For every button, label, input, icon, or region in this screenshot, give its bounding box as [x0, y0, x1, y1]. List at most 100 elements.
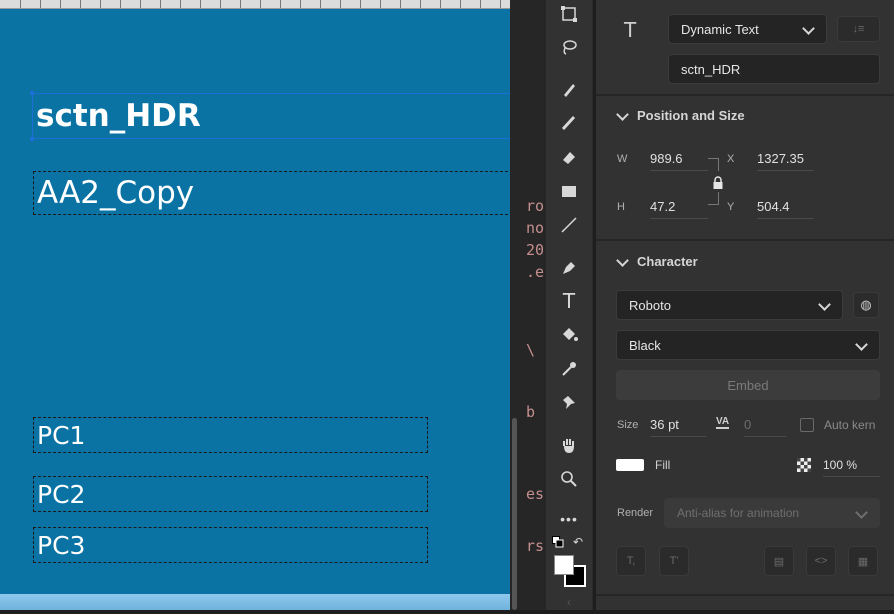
offstage-text-line: .e	[526, 263, 545, 281]
text-type-value: Dynamic Text	[681, 21, 759, 37]
free-transform-icon[interactable]	[557, 2, 581, 26]
render-value: Anti-alias for animation	[677, 506, 800, 520]
height-label: H	[617, 201, 625, 213]
font-family-dropdown[interactable]: Roboto	[616, 290, 843, 320]
divider	[596, 239, 894, 241]
brush-icon[interactable]	[557, 111, 581, 135]
fill-swatch[interactable]	[554, 555, 574, 575]
size-label: Size	[617, 419, 639, 431]
chevron-down-icon	[802, 22, 815, 35]
x-label: X	[727, 153, 735, 165]
selectable-icon: ▦	[857, 555, 869, 568]
superscript-icon: T'	[669, 555, 679, 567]
offstage-text-line: 20	[526, 241, 545, 259]
line-icon[interactable]	[557, 213, 581, 237]
alpha-field[interactable]: 100 %	[823, 458, 880, 477]
render-html-button[interactable]: <>	[806, 546, 836, 576]
lasso-icon[interactable]	[557, 35, 581, 59]
more-tools-icon[interactable]: •••	[557, 507, 581, 531]
character-header[interactable]: Character	[637, 254, 698, 269]
text-orientation-button[interactable]: ↓≡	[837, 16, 880, 42]
offstage-text-line: \	[526, 341, 536, 359]
collapse-chevron-icon[interactable]: ‹	[557, 590, 581, 614]
pc3-text: PC3	[37, 531, 86, 560]
horizontal-ruler	[0, 0, 510, 9]
text-border-icon: ▤	[773, 555, 785, 568]
text-type-icon: T	[624, 18, 637, 42]
render-label: Render	[617, 507, 654, 519]
paint-bucket-icon[interactable]	[557, 323, 581, 347]
paint-brush-icon[interactable]	[557, 78, 581, 102]
zoom-icon[interactable]	[557, 467, 581, 491]
height-field[interactable]: 47.2	[650, 199, 708, 219]
hand-icon[interactable]	[557, 433, 581, 457]
divider	[596, 94, 894, 96]
font-size-field[interactable]: 36 pt	[650, 417, 706, 437]
y-label: Y	[727, 201, 735, 213]
instance-name-input[interactable]: sctn_HDR	[668, 54, 880, 84]
subscript-button[interactable]: T,	[616, 546, 646, 576]
pen-icon[interactable]	[557, 256, 581, 280]
pc2-text-field[interactable]: PC2	[33, 476, 428, 512]
auto-kern-label: Auto kern	[824, 418, 876, 432]
font-family-value: Roboto	[629, 297, 671, 313]
vertical-scrollbar[interactable]	[512, 418, 517, 610]
tools-panel: T ••• ↶ ‹	[546, 0, 593, 610]
embed-label: Embed	[727, 377, 769, 393]
lock-icon[interactable]	[712, 176, 724, 193]
position-size-header[interactable]: Position and Size	[637, 108, 745, 123]
default-colors-icon[interactable]	[551, 535, 565, 549]
chevron-down-icon	[818, 298, 831, 311]
font-style-value: Black	[629, 337, 661, 353]
fill-label: Fill	[655, 458, 671, 472]
offstage-text-line: rs	[526, 537, 545, 555]
eyedropper-icon[interactable]	[557, 357, 581, 381]
embed-button[interactable]: Embed	[616, 370, 880, 400]
x-field[interactable]: 1327.35	[757, 151, 814, 171]
selectable-button[interactable]: ▦	[848, 546, 878, 576]
pc1-text: PC1	[37, 421, 86, 450]
eraser-icon[interactable]	[557, 145, 581, 169]
selection-handle[interactable]	[30, 91, 34, 95]
superscript-button[interactable]: T'	[659, 546, 689, 576]
render-dropdown[interactable]: Anti-alias for animation	[664, 498, 880, 528]
copy-text-field[interactable]: AA2_Copy	[33, 171, 510, 215]
text-tool-icon[interactable]: T	[557, 289, 581, 313]
pc1-text-field[interactable]: PC1	[33, 417, 428, 453]
width-field[interactable]: 989.6	[650, 151, 708, 171]
chevron-down-icon	[855, 506, 868, 519]
rectangle-icon[interactable]	[557, 179, 581, 203]
alpha-checker-icon	[797, 458, 811, 475]
stage-canvas[interactable]: sctn_HDR AA2_Copy PC1 PC2 PC3	[0, 0, 510, 610]
chevron-down-icon[interactable]	[616, 254, 629, 267]
pin-icon[interactable]	[557, 390, 581, 414]
web-fonts-button[interactable]: ◍	[853, 292, 879, 318]
divider	[596, 594, 894, 596]
font-style-dropdown[interactable]: Black	[616, 330, 880, 360]
offstage-text-line: ro	[526, 197, 545, 215]
text-type-dropdown[interactable]: Dynamic Text	[668, 14, 827, 44]
pc3-text-field[interactable]: PC3	[33, 527, 428, 563]
show-border-button[interactable]: ▤	[764, 546, 794, 576]
offstage-text: ro no 20 .e \ b es rs	[526, 195, 546, 557]
instance-name-value: sctn_HDR	[681, 61, 741, 77]
offstage-text-line: no	[526, 219, 545, 237]
fill-color-swatch[interactable]	[616, 459, 644, 471]
chevron-down-icon	[855, 338, 868, 351]
subscript-icon: T,	[626, 555, 636, 567]
fill-stroke-swatches[interactable]	[554, 555, 586, 587]
selection-handle[interactable]	[30, 137, 34, 141]
globe-icon: ◍	[860, 297, 872, 312]
tracking-field[interactable]: 0	[744, 417, 786, 437]
text-orientation-icon: ↓≡	[852, 23, 865, 35]
width-label: W	[617, 153, 628, 165]
lock-bracket-bottom	[708, 192, 719, 205]
offstage-text-line: es	[526, 485, 545, 503]
y-field[interactable]: 504.4	[757, 199, 814, 219]
swap-colors-icon[interactable]: ↶	[571, 535, 585, 549]
header-text-field[interactable]: sctn_HDR	[32, 93, 510, 139]
chevron-down-icon[interactable]	[616, 108, 629, 121]
offstage-text-line: b	[526, 403, 536, 421]
stage-bottom-strip	[0, 594, 510, 610]
auto-kern-checkbox[interactable]	[800, 418, 814, 432]
